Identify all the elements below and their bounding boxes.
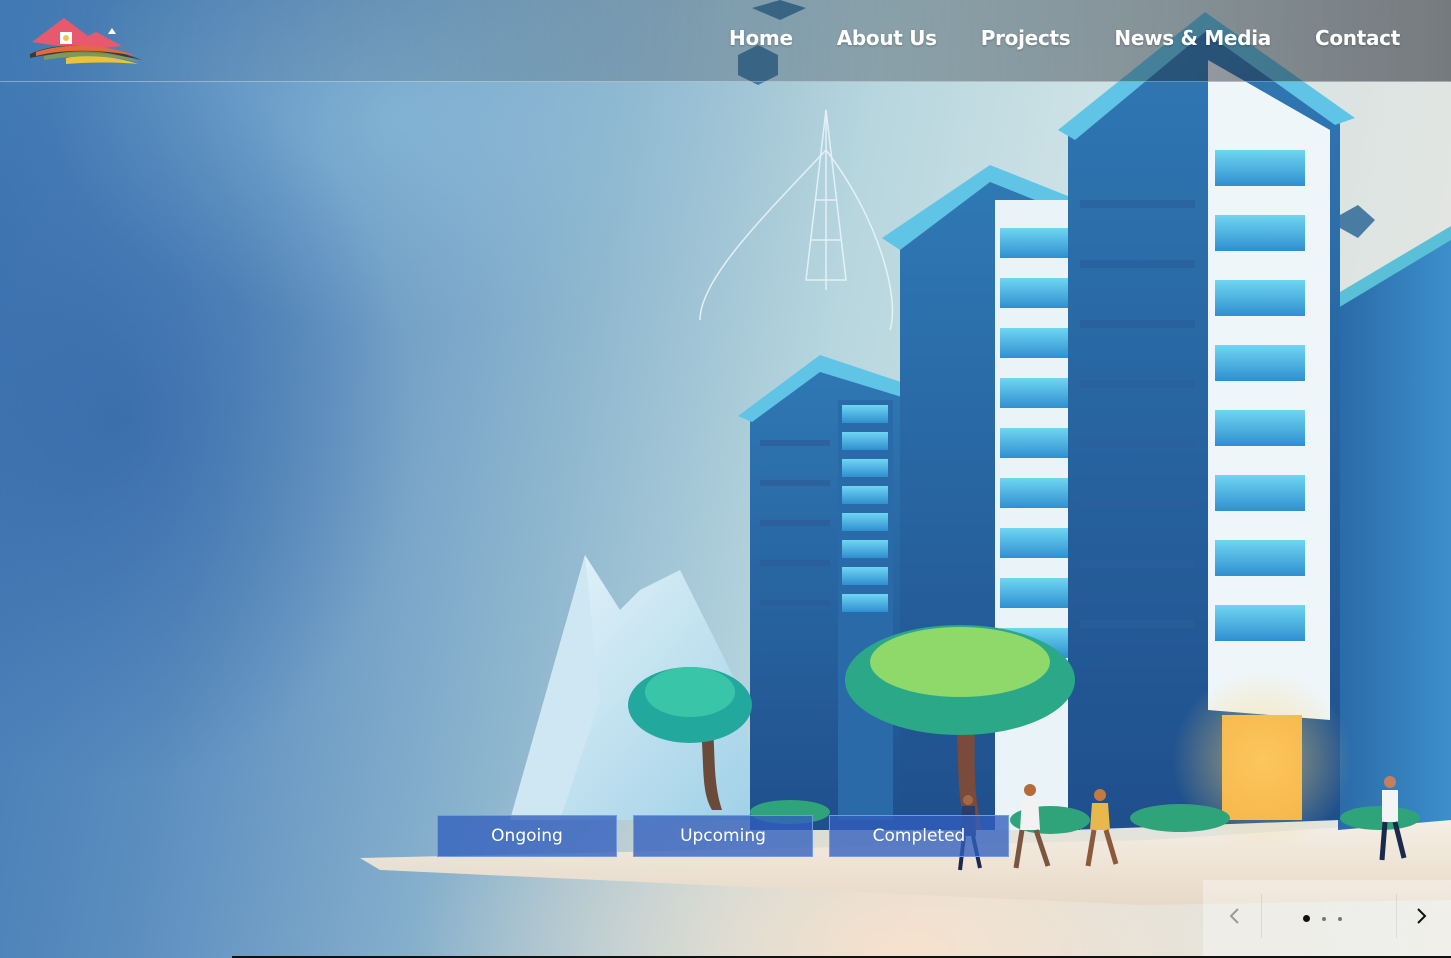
main-nav: Home About Us Projects News & Media Cont… <box>729 26 1400 50</box>
completed-button[interactable]: Completed <box>829 815 1009 857</box>
house-logo[interactable] <box>26 12 146 70</box>
nav-home[interactable]: Home <box>729 26 793 50</box>
chevron-left-icon <box>1229 908 1239 924</box>
nav-contact[interactable]: Contact <box>1315 26 1400 50</box>
carousel-controls <box>1203 880 1451 958</box>
chevron-right-icon <box>1417 908 1427 924</box>
ongoing-button[interactable]: Ongoing <box>437 815 617 857</box>
carousel-dot-2[interactable] <box>1322 916 1326 921</box>
upcoming-button[interactable]: Upcoming <box>633 815 813 857</box>
carousel-dot-1[interactable] <box>1303 915 1310 922</box>
carousel-next-button[interactable] <box>1401 896 1441 936</box>
nav-about-us[interactable]: About Us <box>837 26 937 50</box>
divider <box>1396 894 1397 938</box>
carousel-dot-3[interactable] <box>1338 916 1342 921</box>
carousel-dots <box>1303 915 1342 922</box>
carousel-prev-button[interactable] <box>1215 896 1255 936</box>
nav-projects[interactable]: Projects <box>981 26 1071 50</box>
project-filter-group: Ongoing Upcoming Completed <box>437 815 1009 857</box>
site-header: Home About Us Projects News & Media Cont… <box>0 0 1451 82</box>
divider <box>1261 894 1262 938</box>
nav-news-media[interactable]: News & Media <box>1114 26 1271 50</box>
hero-banner: Home About Us Projects News & Media Cont… <box>0 0 1451 958</box>
